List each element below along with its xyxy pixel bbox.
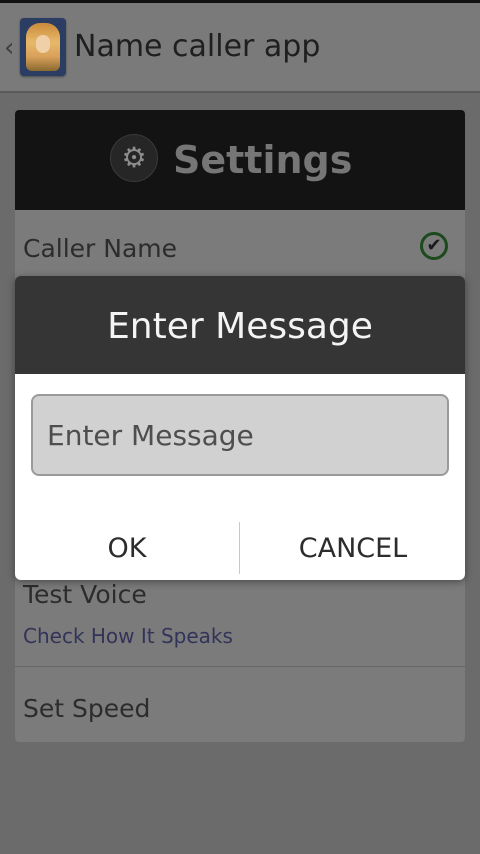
dialog-title-bar: Enter Message <box>15 276 465 374</box>
dialog-body: OK CANCEL <box>15 374 465 580</box>
button-divider <box>239 522 240 574</box>
enter-message-dialog: Enter Message OK CANCEL <box>15 276 465 580</box>
app-avatar-icon[interactable] <box>20 18 66 76</box>
pref-caller-name-title: Caller Name <box>23 234 178 263</box>
back-chevron-icon[interactable]: ‹ <box>4 33 14 63</box>
gear-icon: ⚙ <box>110 134 158 182</box>
avatar-face <box>26 23 60 71</box>
app-title: Name caller app <box>74 29 321 64</box>
pref-set-speed-title: Set Speed <box>23 694 151 723</box>
dialog-title: Enter Message <box>107 306 373 347</box>
cancel-button[interactable]: CANCEL <box>241 506 465 580</box>
checkbox-checked-icon[interactable]: ✔ <box>420 232 448 260</box>
pref-test-voice-title: Test Voice <box>23 580 147 609</box>
pref-test-voice-summary: Check How It Speaks <box>23 624 233 648</box>
action-bar: ‹ Name caller app <box>0 3 480 93</box>
settings-header: ⚙ Settings <box>15 110 465 210</box>
ok-button[interactable]: OK <box>15 506 239 580</box>
scrim-bottom <box>15 742 465 854</box>
message-input[interactable] <box>31 394 449 476</box>
settings-title: Settings <box>173 138 353 182</box>
